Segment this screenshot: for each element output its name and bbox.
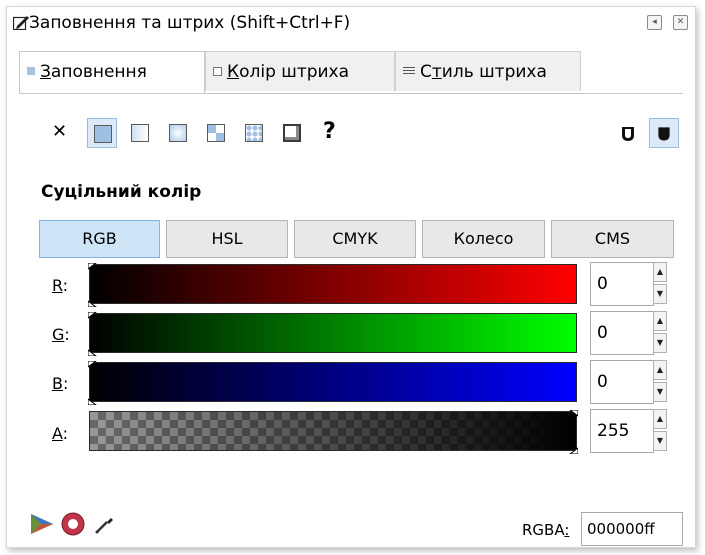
tab-divider <box>19 93 683 94</box>
tab-stroke-style[interactable]: Стиль штриха <box>395 51 581 91</box>
channel-r-slider[interactable] <box>88 263 577 307</box>
channel-a-input[interactable]: 255 <box>590 409 654 453</box>
radial-gradient-button[interactable] <box>163 118 193 148</box>
channel-r-input[interactable]: 0 <box>590 262 654 306</box>
pattern-button[interactable] <box>239 118 269 148</box>
evenodd-icon <box>622 127 634 141</box>
tab-fill[interactable]: Заповнення <box>19 51 205 94</box>
mode-hsl-button[interactable]: HSL <box>166 220 288 258</box>
channel-b-slider[interactable] <box>88 361 577 405</box>
no-paint-icon: ✕ <box>52 121 68 142</box>
linear-gradient-button[interactable] <box>125 118 155 148</box>
mesh-gradient-icon <box>207 124 225 142</box>
title-bar: Заповнення та штрих (Shift+Ctrl+F) ◂ ✕ <box>7 7 695 39</box>
fill-tab-icon <box>27 67 35 75</box>
unset-paint-icon: ? <box>323 119 336 144</box>
fill-rule-nonzero-button[interactable] <box>649 118 679 148</box>
spin-up-icon[interactable]: ▲ <box>653 360 667 380</box>
rgba-input[interactable]: 000000ff <box>581 512 683 546</box>
eyedropper-icon[interactable] <box>93 512 117 536</box>
spin-down-icon[interactable]: ▼ <box>653 333 667 353</box>
flat-color-icon <box>94 125 112 143</box>
swatch-button[interactable] <box>277 118 307 148</box>
pattern-icon <box>245 124 263 142</box>
spin-down-icon[interactable]: ▼ <box>653 382 667 402</box>
color-wheel-icon[interactable] <box>60 511 86 537</box>
channel-g-label: G: <box>52 325 70 344</box>
stroke-style-tab-icon <box>403 67 415 75</box>
dock-icon[interactable]: ◂ <box>647 15 662 30</box>
channel-g-spinner[interactable]: ▲ ▼ <box>653 311 669 355</box>
spin-up-icon[interactable]: ▲ <box>653 262 667 282</box>
channel-r-label: R: <box>52 276 69 295</box>
tab-fill-label: Заповнення <box>40 62 147 82</box>
tab-bar: Заповнення Колір штриха Стиль штриха <box>19 51 683 94</box>
tab-stroke-paint[interactable]: Колір штриха <box>205 51 395 91</box>
fill-rule-evenodd-button[interactable] <box>613 118 643 148</box>
close-icon[interactable]: ✕ <box>673 15 688 30</box>
radial-gradient-icon <box>169 124 187 142</box>
spin-down-icon[interactable]: ▼ <box>653 431 667 451</box>
channel-g-input[interactable]: 0 <box>590 311 654 355</box>
flat-color-button[interactable] <box>87 118 117 148</box>
tab-stroke-paint-label: Колір штриха <box>227 62 350 82</box>
spin-up-icon[interactable]: ▲ <box>653 311 667 331</box>
pencil-icon <box>13 16 29 30</box>
slider-marker-icon <box>569 410 578 454</box>
fill-stroke-dialog: Заповнення та штрих (Shift+Ctrl+F) ◂ ✕ З… <box>6 6 696 548</box>
mode-cmyk-button[interactable]: CMYK <box>294 220 416 258</box>
mode-cms-button[interactable]: CMS <box>551 220 674 258</box>
slider-marker-icon <box>88 361 97 405</box>
nonzero-icon <box>658 127 670 141</box>
mode-wheel-button[interactable]: Колесо <box>422 220 545 258</box>
channel-a-label: A: <box>52 424 69 443</box>
channel-b-spinner[interactable]: ▲ ▼ <box>653 360 669 404</box>
rgba-label: RGBA: <box>522 521 570 539</box>
mode-rgb-button[interactable]: RGB <box>39 220 160 258</box>
spin-down-icon[interactable]: ▼ <box>653 284 667 304</box>
section-title: Суцільний колір <box>41 182 202 202</box>
channel-a-slider[interactable] <box>89 410 578 454</box>
slider-marker-icon <box>88 312 97 356</box>
linear-gradient-icon <box>131 124 149 142</box>
channel-b-input[interactable]: 0 <box>590 360 654 404</box>
mesh-gradient-button[interactable] <box>201 118 231 148</box>
slider-marker-icon <box>88 263 97 307</box>
swatch-icon <box>283 124 301 142</box>
no-paint-button[interactable]: ✕ <box>45 118 75 148</box>
window-title: Заповнення та штрих (Shift+Ctrl+F) <box>29 13 351 33</box>
tab-stroke-style-label: Стиль штриха <box>420 62 547 82</box>
channel-r-spinner[interactable]: ▲ ▼ <box>653 262 669 306</box>
channel-b-label: B: <box>52 374 69 393</box>
stroke-paint-tab-icon <box>213 66 222 76</box>
unset-paint-button[interactable]: ? <box>315 118 345 148</box>
channel-g-slider[interactable] <box>88 312 577 356</box>
spin-up-icon[interactable]: ▲ <box>653 409 667 429</box>
color-scales-icon[interactable] <box>29 512 55 536</box>
channel-a-spinner[interactable]: ▲ ▼ <box>653 409 669 453</box>
